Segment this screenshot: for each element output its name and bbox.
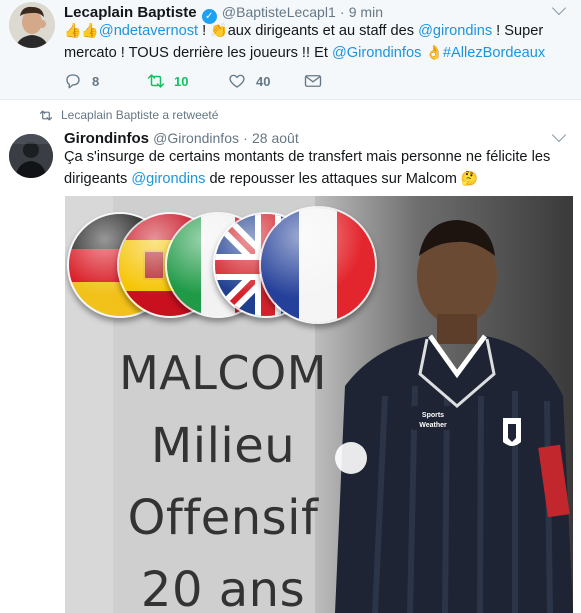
tweet-timestamp[interactable]: 9 min <box>349 4 383 20</box>
tweet-text: 👍👍@ndetavernost ! 👏aux dirigeants et au … <box>64 22 546 61</box>
heart-icon <box>229 74 245 88</box>
tweet-media-image[interactable]: Sports Weather MALCOM Milieu Offensif 20… <box>65 196 573 613</box>
thumbs-up-emoji-icon: 👍👍 <box>64 22 99 38</box>
mention-link[interactable]: @ndetavernost <box>99 23 198 39</box>
thinking-face-emoji-icon: 🤔 <box>460 170 479 186</box>
player-name-text: MALCOM <box>119 346 327 400</box>
separator-dot: · <box>339 4 345 20</box>
tweet-text: Ça s'insurge de certains montants de tra… <box>64 149 551 187</box>
retweet-button[interactable]: 10 <box>146 72 228 90</box>
svg-text:Weather: Weather <box>419 422 447 429</box>
author-name[interactable]: Girondinfos <box>64 130 149 147</box>
author-handle[interactable]: @BaptisteLecapl1 <box>222 4 336 20</box>
like-button[interactable]: 40 <box>228 72 298 90</box>
svg-text:Sports: Sports <box>422 412 444 419</box>
retweeted-by-label[interactable]: Lecaplain Baptiste a retweeté <box>61 108 218 122</box>
position-line2-text: Offensif <box>127 490 319 546</box>
reply-count: 8 <box>92 73 100 89</box>
age-text: 20 ans <box>140 562 306 613</box>
retweet-icon <box>39 109 53 121</box>
author-handle[interactable]: @Girondinfos <box>153 130 239 146</box>
direct-message-button[interactable] <box>304 73 322 89</box>
france-flag-icon <box>259 206 377 324</box>
separator-dot: · <box>243 130 248 146</box>
retweet-context: Lecaplain Baptiste a retweeté <box>39 108 218 122</box>
tweet-reply[interactable]: Lecaplain Baptiste ✓ @BaptisteLecapl1 · … <box>0 0 581 100</box>
reply-icon <box>66 74 80 89</box>
position-line1-text: Milieu <box>150 418 296 474</box>
mention-link[interactable]: @girondins <box>418 23 492 39</box>
ok-hand-emoji-icon: 👌 <box>425 44 443 60</box>
clapping-emoji-icon: 👏 <box>210 22 228 38</box>
tweet-actions: 8 10 40 <box>64 70 322 92</box>
retweet-count: 10 <box>174 73 189 89</box>
reply-button[interactable]: 8 <box>64 72 136 90</box>
mention-link[interactable]: @girondins <box>131 171 205 187</box>
envelope-icon <box>304 75 322 87</box>
avatar[interactable] <box>9 2 55 48</box>
like-count: 40 <box>256 73 271 89</box>
hashtag-link[interactable]: #AllezBordeaux <box>443 45 545 61</box>
mention-link[interactable]: @Girondinfos <box>332 45 421 61</box>
tweet-timestamp[interactable]: 28 août <box>252 130 299 146</box>
chevron-down-icon[interactable] <box>551 127 567 143</box>
avatar[interactable] <box>9 134 53 178</box>
author-name[interactable]: Lecaplain Baptiste <box>64 4 197 21</box>
retweet-icon <box>147 74 165 88</box>
